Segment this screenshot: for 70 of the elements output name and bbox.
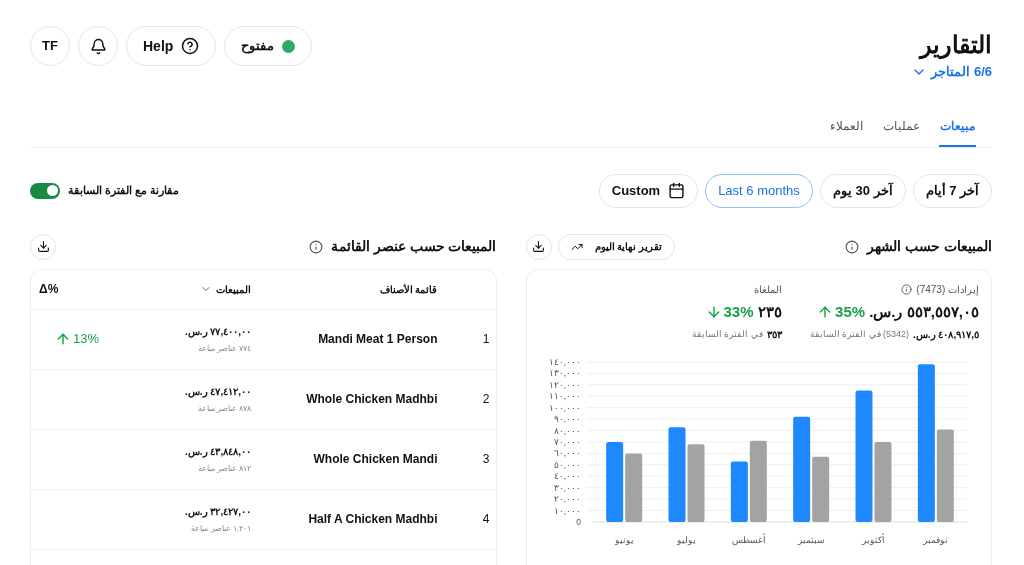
items-sold: ١,٢٠١ عناصر مباعة	[191, 522, 251, 535]
axis-tick-label: ٤٠,٠٠٠	[553, 471, 581, 482]
compare-toggle[interactable]	[30, 182, 60, 199]
sales-value: ٤٧,٤١٢,٠٠ ر.س.	[185, 384, 251, 399]
stores-dropdown[interactable]: 6/6 المتاجر	[911, 62, 992, 82]
change-percent: 35%	[835, 301, 866, 322]
section-title: المبيعات حسب الشهر	[867, 237, 992, 257]
stat-value: ٢٣٥	[757, 301, 782, 322]
calendar-icon	[668, 182, 686, 199]
bar	[624, 453, 642, 522]
axis-category-label: يونيو	[614, 535, 634, 545]
sales-value: ٤٣,٨٤٨,٠٠ ر.س.	[185, 444, 251, 459]
axis-tick-label: 0	[575, 517, 581, 527]
axis-tick-label: ١٢٠,٠٠٠	[548, 379, 581, 390]
item-name: Whole Chicken Mandi	[312, 451, 438, 468]
column-header: Δ%	[39, 281, 59, 298]
sales-value: ٧٧,٤٠٠,٠٠ ر.س.	[185, 324, 251, 339]
axis-tick-label: ٨٠,٠٠٠	[553, 425, 581, 436]
axis-tick-label: ٩٠,٠٠٠	[553, 414, 581, 425]
axis-category-label: يوليو	[676, 535, 696, 545]
info-icon	[901, 284, 913, 295]
axis-tick-label: ٧٠,٠٠٠	[553, 437, 581, 447]
tab[interactable]: العملاء	[829, 107, 864, 147]
rank-number: 4	[481, 511, 491, 528]
items-sold: ٨٧٨ عناصر مباعة	[197, 402, 251, 415]
items-sold: ٧٧٤ عناصر مباعة	[197, 342, 251, 355]
change-percent: 13%	[73, 330, 99, 349]
axis-category-label: أغسطس	[731, 535, 766, 545]
axis-tick-label: ٦٠,٠٠٠	[553, 448, 581, 459]
stat-value: ٥٥٣,٥٥٧,٠٥ ر.س.	[869, 301, 979, 323]
previous-value: ٣٥٣	[766, 328, 782, 342]
rank-number: 3	[481, 451, 491, 468]
stat-label: الملغاة	[753, 283, 782, 297]
axis-tick-label: ١٣٠,٠٠٠	[548, 368, 581, 379]
previous-note: في الفترة السابقة	[691, 327, 763, 341]
items-sold: ٨١٢ عناصر مباعة	[197, 462, 251, 475]
bar	[730, 461, 748, 522]
item-name: Mandi Meat 1 Person	[317, 331, 438, 348]
tab[interactable]: عمليات	[882, 107, 921, 147]
section-title: المبيعات حسب عنصر القائمة	[330, 237, 497, 257]
change-percent: 33%	[723, 301, 754, 322]
axis-category-label: أكتوبر	[861, 535, 885, 545]
item-name: Whole Chicken Madhbi	[305, 391, 438, 408]
info-icon	[308, 239, 323, 254]
info-icon	[845, 239, 860, 254]
stat-label: إيرادات (7473)	[916, 283, 979, 297]
axis-tick-label: ١١٠,٠٠٠	[548, 391, 581, 402]
item-name: Half A Chicken Madhbi	[307, 511, 438, 528]
axis-tick-label: ١٤٠,٠٠٠	[548, 357, 581, 367]
axis-tick-label: ١٠٠,٠٠٠	[548, 402, 581, 413]
download-icon	[36, 240, 50, 253]
compare-label: مقارنة مع الفترة السابقة	[68, 183, 180, 199]
axis-tick-label: ٣٠,٠٠٠	[553, 482, 581, 493]
page-title: التقارير	[920, 30, 992, 60]
axis-tick-label: ٢٠,٠٠٠	[553, 494, 581, 505]
rank-number: 1	[481, 331, 491, 348]
previous-value: ٤٠٨,٩١٧,٥ ر.س.	[913, 328, 979, 342]
rank-number: 2	[481, 391, 491, 408]
sales-value: ٣٢,٤٢٧,٠٠ ر.س.	[185, 504, 251, 519]
download-icon	[532, 240, 545, 253]
axis-category-label: نوفمبر	[922, 535, 948, 545]
column-header[interactable]: المبيعات	[216, 281, 251, 297]
help-icon	[181, 37, 200, 55]
axis-tick-label: ٥٠,٠٠٠	[553, 459, 581, 470]
previous-note: (5342) في الفترة السابقة	[809, 327, 910, 341]
bell-icon	[89, 37, 107, 55]
tab[interactable]: مبيعات	[939, 107, 976, 147]
axis-tick-label: ١٠,٠٠٠	[553, 505, 581, 516]
axis-category-label: سبتمبر	[797, 535, 825, 545]
column-header: قائمة الأصناف	[379, 282, 438, 297]
